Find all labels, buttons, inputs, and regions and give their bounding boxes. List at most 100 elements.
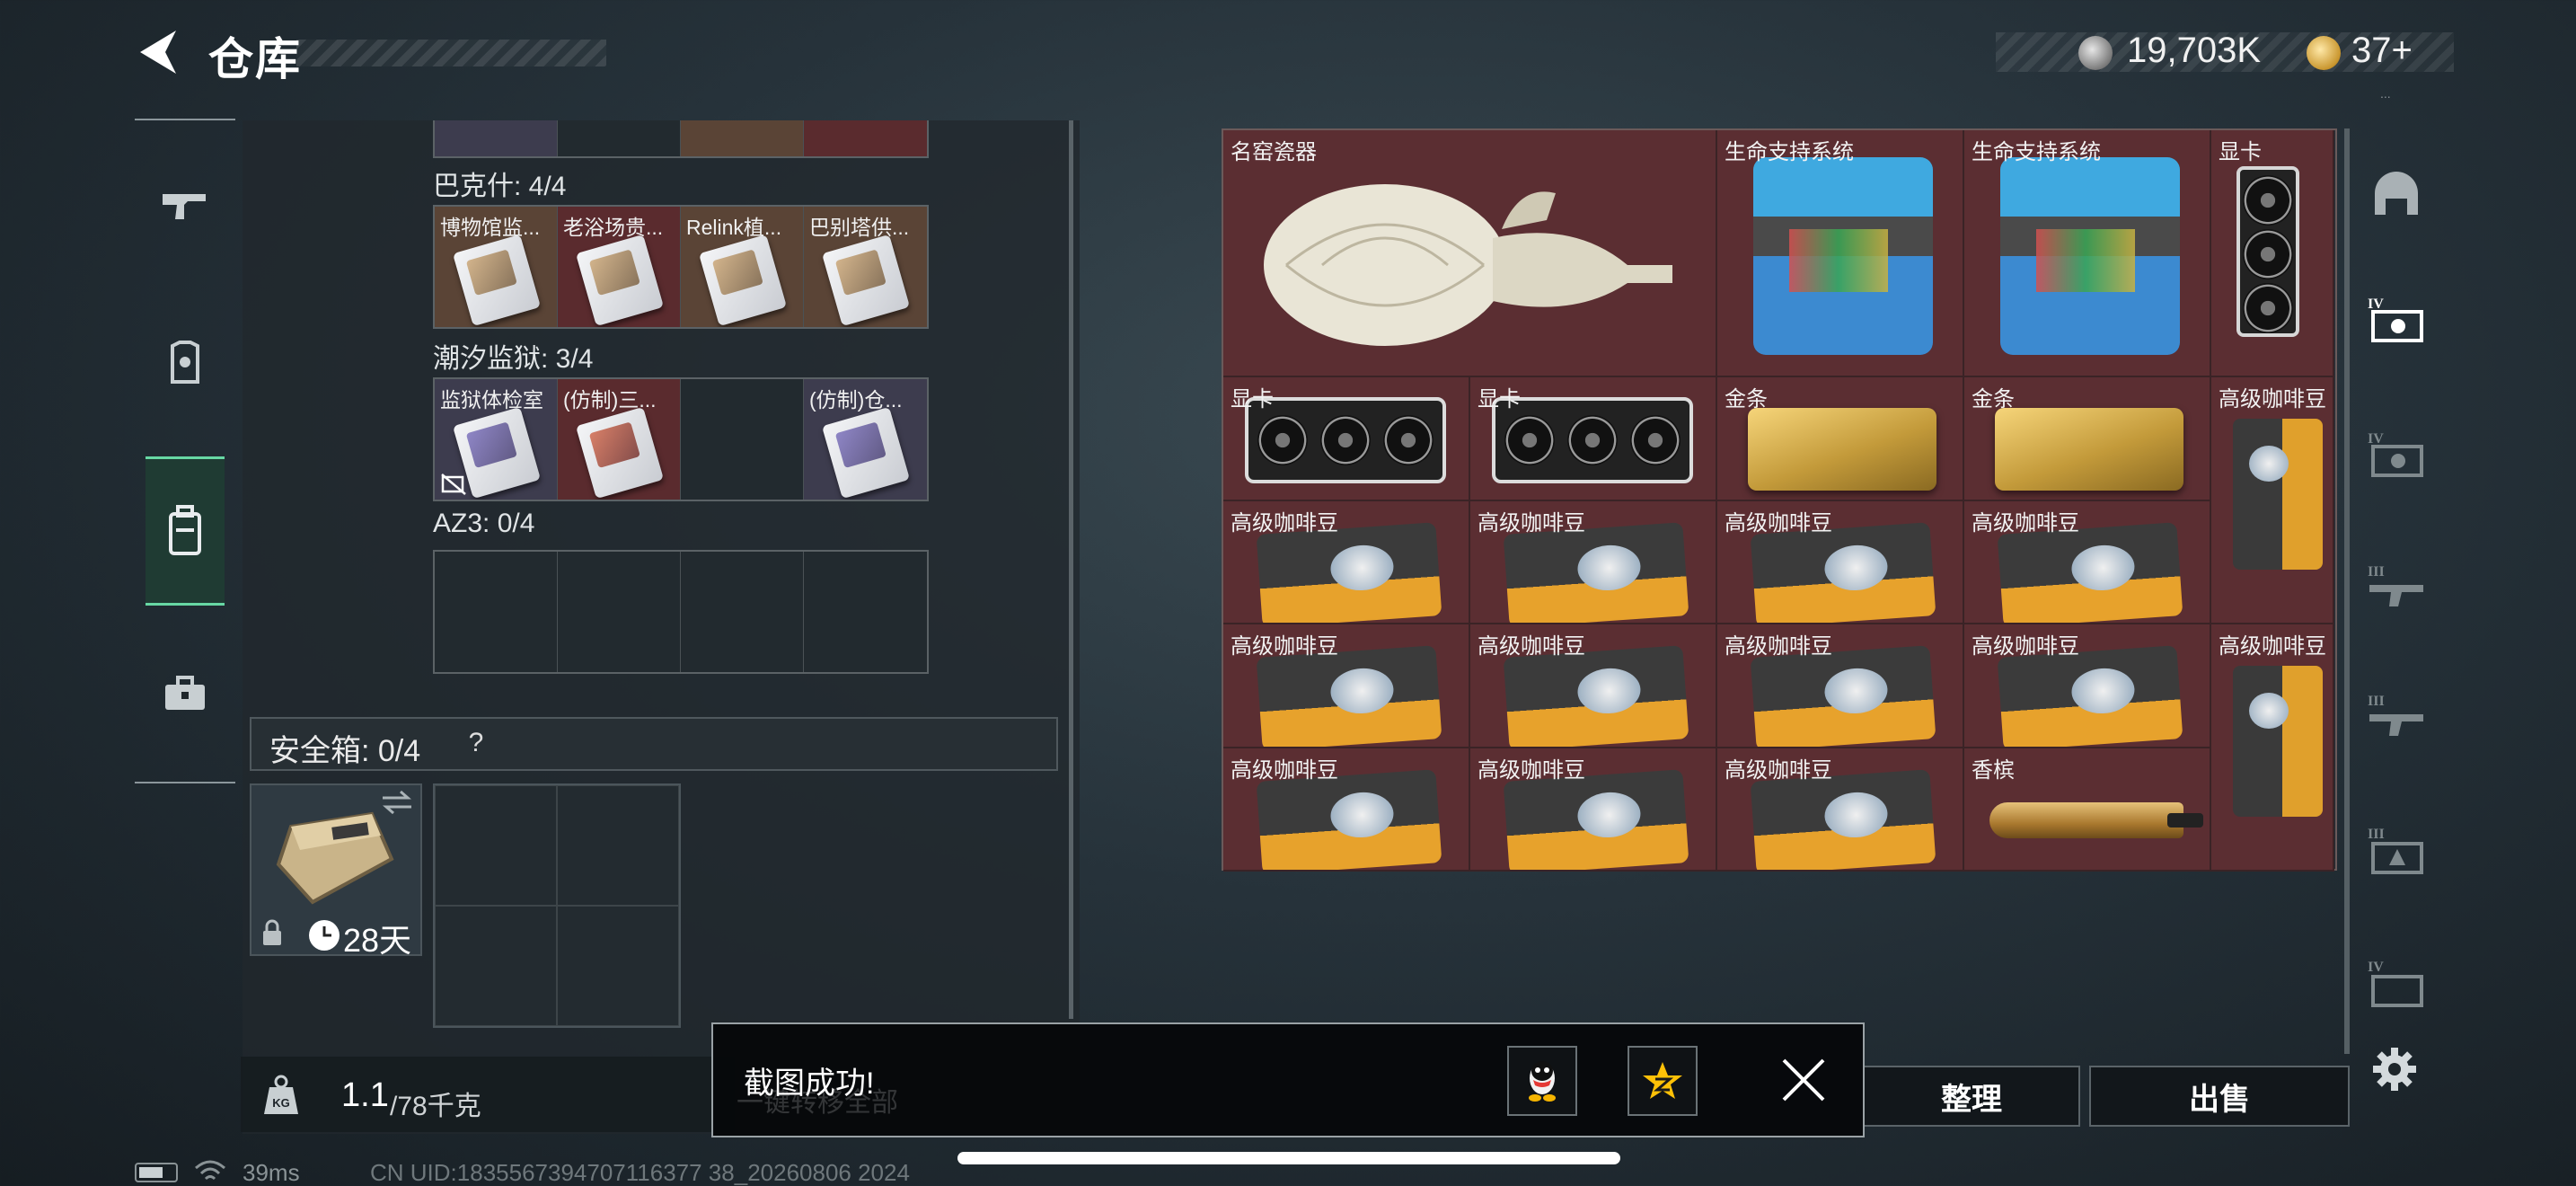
stash-item[interactable]: 高级咖啡豆 xyxy=(1470,500,1717,624)
category-tier3-b[interactable]: III xyxy=(2366,687,2427,748)
stash-item[interactable]: 高级咖啡豆 xyxy=(1964,500,2211,624)
stash-item-name: 显卡 xyxy=(2219,140,2262,164)
category-tier4-case[interactable]: IV xyxy=(2366,953,2427,1014)
stash-item-name: 名窑瓷器 xyxy=(1231,140,1317,164)
broken-card-icon xyxy=(441,474,466,495)
backpack-icon xyxy=(169,505,201,555)
gpu-fan xyxy=(2243,175,2293,226)
stash-item[interactable]: 高级咖啡豆 xyxy=(1717,500,1964,624)
keycard-slot-empty[interactable] xyxy=(681,552,804,672)
keycard-slot-empty[interactable] xyxy=(558,552,681,672)
home-indicator[interactable] xyxy=(957,1152,1620,1164)
stash-item[interactable]: 高级咖啡豆 xyxy=(1470,748,1717,872)
safebox-slot[interactable] xyxy=(435,785,557,906)
share-qq-button[interactable] xyxy=(1507,1046,1577,1116)
stash-item[interactable]: 高级咖啡豆 xyxy=(1717,748,1964,872)
keycard-slot[interactable]: 博物馆监... xyxy=(435,207,558,327)
keycard-slot-empty[interactable] xyxy=(804,552,927,672)
keycard-slot[interactable] xyxy=(804,120,927,156)
tier3-rifle-icon-b: III xyxy=(2368,694,2423,736)
tier3-box-icon: III xyxy=(2368,827,2423,874)
safebox-remaining-days: 28天 xyxy=(343,922,412,959)
keycard-slot-empty[interactable] xyxy=(681,379,804,500)
category-tier3-box[interactable]: III xyxy=(2366,820,2427,881)
close-icon[interactable] xyxy=(1778,1055,1829,1105)
keycard-slot[interactable]: 老浴场贵... xyxy=(558,207,681,327)
gear-icon[interactable] xyxy=(2371,1046,2418,1093)
back-arrow-icon[interactable] xyxy=(135,27,180,77)
share-qzone-button[interactable] xyxy=(1628,1046,1698,1116)
stash-item-name: 高级咖啡豆 xyxy=(2219,387,2326,412)
stash-item[interactable]: 金条 xyxy=(1717,377,1964,501)
stash-item-name: 金条 xyxy=(1725,387,1768,412)
safebox-slot[interactable] xyxy=(557,906,679,1026)
svg-text:KG: KG xyxy=(272,1096,290,1110)
keycard-slot[interactable]: 巴别塔供... xyxy=(804,207,927,327)
stash-item[interactable]: 高级咖啡豆 xyxy=(1223,748,1470,872)
svg-text:III: III xyxy=(2368,694,2385,709)
svg-text:III: III xyxy=(2368,827,2385,842)
safebox-slot[interactable] xyxy=(435,906,557,1026)
stash-item-name: 高级咖啡豆 xyxy=(1231,757,1338,783)
clock-icon xyxy=(309,920,340,951)
battery-icon xyxy=(135,1163,178,1182)
organize-button[interactable]: 整理 xyxy=(1863,1066,2080,1127)
category-helmet[interactable] xyxy=(2366,164,2427,226)
stash-item[interactable]: 高级咖啡豆 xyxy=(1470,624,1717,748)
keycard-slot[interactable]: (仿制)仓... xyxy=(804,379,927,500)
stash-item[interactable]: 显卡 xyxy=(1470,377,1717,501)
nav-armor[interactable] xyxy=(146,323,225,403)
qzone-star-icon xyxy=(1643,1062,1682,1099)
keycard-slot[interactable] xyxy=(558,120,681,156)
stash-item[interactable]: 名窑瓷器 xyxy=(1223,130,1717,377)
stash-item[interactable]: 高级咖啡豆 xyxy=(1223,624,1470,748)
coffee-h-image xyxy=(1750,645,1936,747)
helmet-icon xyxy=(2375,172,2418,215)
nav-toolbox[interactable] xyxy=(146,654,225,733)
stash-scrollbar[interactable] xyxy=(2344,128,2350,1054)
keycard-slot[interactable]: Relink植... xyxy=(681,207,804,327)
version-text: ... xyxy=(2380,86,2391,101)
stash-item[interactable]: 高级咖啡豆 xyxy=(2211,624,2334,872)
safebox-slot[interactable] xyxy=(557,785,679,906)
stash-item-name: 高级咖啡豆 xyxy=(1231,634,1338,659)
category-tier3-a[interactable]: III xyxy=(2366,558,2427,619)
lifesupport-image xyxy=(2000,157,2180,355)
keycard-slot[interactable] xyxy=(435,120,558,156)
toolbox-icon xyxy=(165,676,205,710)
stash-item[interactable]: 生命支持系统 xyxy=(1717,130,1964,377)
keycard-group-label: AZ3: 0/4 xyxy=(433,509,535,538)
stash-item[interactable]: 高级咖啡豆 xyxy=(1717,624,1964,748)
weight-bar xyxy=(241,1057,735,1132)
nav-weapons[interactable] xyxy=(146,165,225,244)
stash-item[interactable]: 显卡 xyxy=(1223,377,1470,501)
category-tier4-b[interactable]: IV xyxy=(2366,425,2427,486)
keycard-name: 巴别塔供... xyxy=(809,216,910,239)
sell-button[interactable]: 出售 xyxy=(2089,1066,2350,1127)
silver-coin-icon xyxy=(2078,36,2113,70)
stash-item[interactable]: 显卡 xyxy=(2211,130,2334,377)
keycard-slot[interactable]: (仿制)三... xyxy=(558,379,681,500)
backpack-scrollbar[interactable] xyxy=(1069,120,1073,1019)
keycard-slot[interactable] xyxy=(681,120,804,156)
tier4-container-icon-a: IV xyxy=(2368,296,2423,342)
stash-item[interactable]: 高级咖啡豆 xyxy=(2211,377,2334,624)
gold-coin-amount[interactable]: 37+ xyxy=(2351,31,2413,71)
keycard-slot-empty[interactable] xyxy=(435,552,558,672)
tier3-rifle-icon-a: III xyxy=(2368,564,2423,606)
category-tier4-a[interactable]: IV xyxy=(2366,290,2427,351)
stash-item[interactable]: 香槟 xyxy=(1964,748,2211,872)
gpu-h-image xyxy=(1492,397,1693,483)
stash-item-name: 高级咖啡豆 xyxy=(1972,510,2079,535)
help-icon[interactable]: ? xyxy=(456,724,496,764)
keycard-slot[interactable]: 监狱体检室 xyxy=(435,379,558,500)
swap-icon[interactable] xyxy=(379,789,415,816)
stash-item[interactable]: 高级咖啡豆 xyxy=(1223,500,1470,624)
vase-image xyxy=(1250,166,1681,355)
keycard-group-label: 潮汐监狱: 3/4 xyxy=(433,344,594,374)
stash-item[interactable]: 生命支持系统 xyxy=(1964,130,2211,377)
stash-item[interactable]: 高级咖啡豆 xyxy=(1964,624,2211,748)
nav-backpack[interactable] xyxy=(146,456,225,606)
coffee-v-image xyxy=(2233,419,2323,570)
stash-item[interactable]: 金条 xyxy=(1964,377,2211,501)
